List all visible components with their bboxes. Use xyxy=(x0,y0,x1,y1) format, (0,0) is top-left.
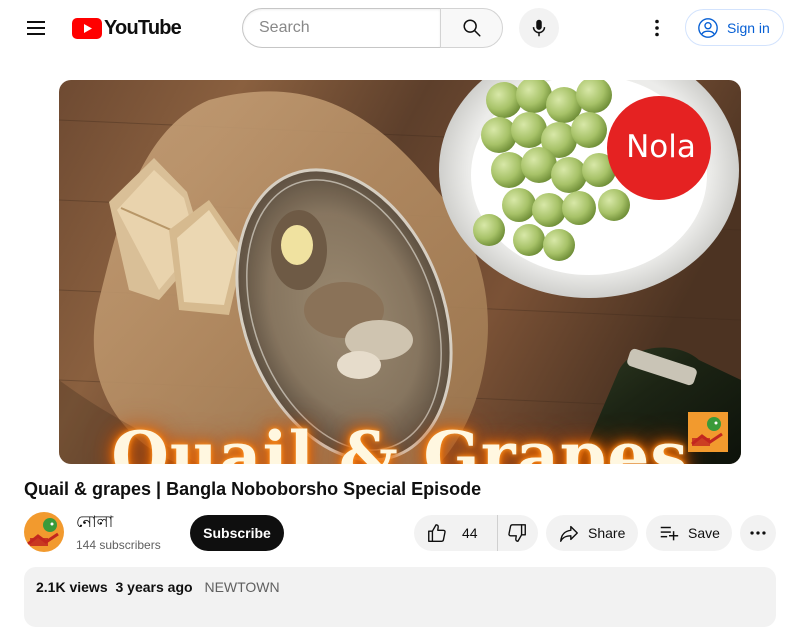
channel-meta: নোলা 144 subscribers xyxy=(76,512,196,554)
account-circle-icon xyxy=(698,17,718,38)
sign-in-label: Sign in xyxy=(727,19,770,36)
channel-owner: নোলা 144 subscribers xyxy=(24,512,161,552)
location-hashtag[interactable]: NEWTOWN xyxy=(204,579,279,595)
save-label: Save xyxy=(688,525,720,541)
logo-text: YouTube xyxy=(104,16,182,39)
subscriber-count: 144 subscribers xyxy=(76,538,161,552)
youtube-logo[interactable]: YouTube xyxy=(72,16,182,40)
microphone-icon xyxy=(532,19,546,37)
share-arrow-icon xyxy=(560,525,578,542)
video-title: Quail & grapes | Bangla Noboborsho Speci… xyxy=(24,479,482,499)
share-button[interactable]: Share xyxy=(546,515,638,551)
save-button[interactable]: Save xyxy=(646,515,732,551)
channel-watermark-icon[interactable] xyxy=(688,412,728,452)
search-button[interactable] xyxy=(440,8,503,48)
youtube-play-logo-icon xyxy=(72,17,102,39)
nola-badge-text: Nola xyxy=(626,129,696,165)
channel-name-link[interactable]: নোলা xyxy=(76,512,196,532)
like-button[interactable]: 44 xyxy=(414,515,498,551)
thumbs-down-icon xyxy=(508,524,526,542)
search-input[interactable] xyxy=(242,8,440,48)
share-label: Share xyxy=(588,525,626,541)
thumbnail-title-text: Quail & Grapes xyxy=(111,417,689,464)
playlist-add-icon xyxy=(660,526,679,541)
hamburger-menu-icon xyxy=(27,21,45,35)
search-box xyxy=(242,8,503,48)
thumbs-up-icon xyxy=(428,524,446,542)
sign-in-button[interactable]: Sign in xyxy=(685,9,784,46)
settings-menu-button[interactable] xyxy=(637,8,677,48)
horizontal-dots-icon xyxy=(750,531,766,535)
view-count: 2.1K views xyxy=(36,579,108,595)
dislike-button[interactable] xyxy=(498,515,538,551)
channel-avatar[interactable] xyxy=(24,512,64,552)
voice-search-button[interactable] xyxy=(519,8,559,48)
video-player[interactable]: Nola Quail & Grapes xyxy=(59,80,741,464)
description-box[interactable]: 2.1K views 3 years ago NEWTOWN xyxy=(24,567,776,627)
like-dislike-group: 44 xyxy=(414,515,538,551)
subscribe-button[interactable]: Subscribe xyxy=(190,515,284,551)
guide-menu-button[interactable] xyxy=(16,8,56,48)
like-count: 44 xyxy=(462,525,478,541)
channel-avatar-image xyxy=(24,512,64,552)
vertical-dots-icon xyxy=(655,19,659,37)
search-icon xyxy=(462,19,481,37)
upload-age: 3 years ago xyxy=(115,579,193,595)
more-actions-button[interactable] xyxy=(740,515,776,551)
masthead: YouTube Sign in xyxy=(0,0,800,56)
